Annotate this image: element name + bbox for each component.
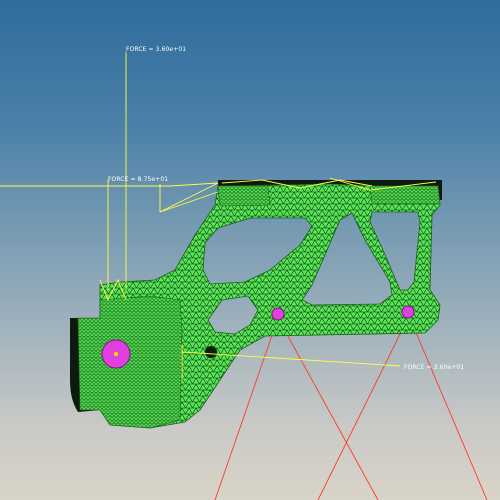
constraint-hole-middle <box>271 307 285 321</box>
graphics-viewport[interactable]: FORCE = 3.60e+01 FORCE = 8.75e+01 FORCE … <box>0 0 500 500</box>
fe-model-scene[interactable] <box>0 0 500 500</box>
force-label-middle: FORCE = 8.75e+01 <box>108 176 169 183</box>
constraint-hole-right <box>401 305 415 319</box>
force-label-top: FORCE = 3.60e+01 <box>126 46 187 53</box>
support-lines <box>214 315 488 500</box>
bracket-mesh[interactable] <box>77 183 441 429</box>
force-label-right: FORCE = 3.60e+01 <box>404 364 465 371</box>
